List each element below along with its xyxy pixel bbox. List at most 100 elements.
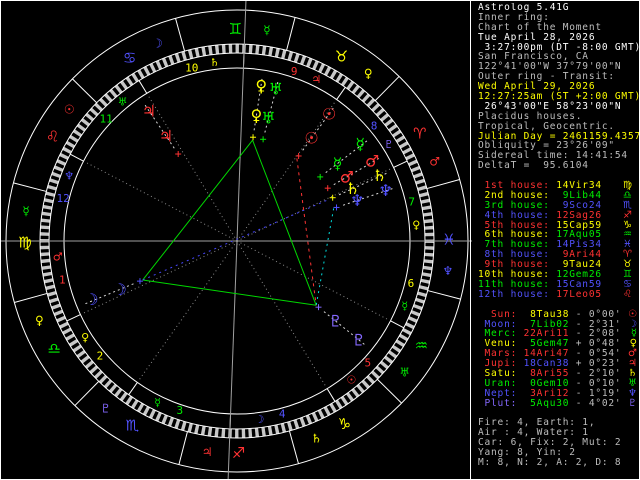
sign-boundary-line	[426, 179, 460, 190]
sign-boundary-line	[288, 430, 299, 464]
degree-tick	[214, 44, 220, 55]
degree-tick	[423, 259, 434, 264]
degree-tick	[417, 291, 427, 298]
degree-tick	[299, 55, 307, 65]
sign-ruler-icon-venus: ♀	[35, 314, 44, 328]
house-number-8: 8	[371, 119, 378, 132]
house-number-10: 10	[185, 61, 198, 74]
degree-tick	[53, 309, 64, 317]
panel-header-text: DeltaT = 95.6104	[478, 160, 589, 172]
degree-tick	[417, 185, 427, 191]
house-cusp-line	[236, 240, 328, 389]
stats-text: M: 8, N: 2, A: 2, D: 8	[478, 456, 622, 468]
degree-tick	[174, 419, 181, 429]
degree-tick	[413, 172, 423, 179]
degree-tick	[422, 265, 433, 271]
sign-boundary-line	[175, 18, 186, 52]
sign-ruler-icon-mars: ♂	[429, 154, 440, 168]
degree-tick	[280, 423, 287, 433]
panel-header-line: DeltaT = 95.6104	[478, 160, 639, 172]
degree-tick	[415, 178, 425, 185]
degree-tick	[299, 417, 306, 427]
house-cusp-line	[236, 167, 393, 242]
house-number-3: 3	[176, 404, 183, 417]
house-cusp-tick	[138, 80, 148, 94]
degree-tick	[187, 422, 193, 433]
degree-tick	[194, 424, 200, 434]
degree-tick	[40, 245, 50, 250]
degree-tick	[42, 271, 53, 277]
house-cusp-line	[236, 240, 390, 321]
degree-tick	[180, 421, 187, 431]
degree-tick	[410, 165, 421, 173]
sign-boundary-line	[72, 78, 98, 104]
degree-tick	[293, 53, 300, 63]
sign-ruler-icon-pluto: ♇	[100, 402, 111, 416]
house-number-11: 11	[100, 112, 113, 125]
natal-planet-icon-sun: ☉	[304, 129, 318, 148]
degree-tick	[261, 45, 267, 56]
degree-tick	[41, 211, 52, 217]
house-number-7: 7	[408, 196, 415, 209]
degree-tick	[221, 44, 226, 54]
degree-tick	[274, 424, 280, 435]
degree-tick	[424, 252, 434, 257]
degree-tick	[421, 205, 432, 211]
degree-tick	[49, 178, 59, 185]
house-cusp-tick	[326, 388, 336, 402]
house-number-5: 5	[365, 357, 372, 370]
degree-tick	[53, 165, 64, 172]
sign-ruler-icon-mercury: ☿	[263, 23, 270, 37]
degree-tick	[418, 285, 429, 291]
degree-tick	[200, 425, 206, 436]
degree-tick	[287, 421, 293, 431]
degree-tick	[420, 198, 431, 204]
degree-tick	[40, 218, 51, 223]
house-cusp-line	[81, 240, 238, 315]
degree-tick	[305, 414, 313, 425]
sign-glyph-aries: ♈	[413, 125, 426, 143]
sign-ruler-icon-venus: ♀	[364, 66, 373, 80]
sign-glyph-leo: ♌	[46, 127, 59, 145]
sign-ruler-icon-jupiter: ♃	[202, 445, 213, 459]
degree-tick	[267, 425, 273, 436]
house-cusp-line	[137, 240, 238, 382]
house-cusp-tick	[336, 87, 346, 100]
house-number-1: 1	[59, 273, 66, 286]
degree-tick	[45, 191, 56, 197]
sign-ruler-icon-mercury: ☿	[22, 204, 29, 218]
degree-tick	[40, 232, 50, 236]
degree-tick	[254, 427, 260, 438]
planet-value: 5Aqu30	[523, 397, 570, 409]
house-ruler-icon-mercury: ☿	[401, 300, 408, 313]
degree-tick	[420, 278, 430, 284]
sign-glyph-capricorn: ♑	[338, 415, 351, 433]
planet-latitude: - 4°02'	[569, 397, 622, 409]
degree-tick	[194, 47, 200, 58]
degree-tick	[44, 198, 54, 204]
degree-tick	[413, 303, 423, 311]
transit-planet-icon-mercury: ☿	[355, 134, 365, 153]
aspect-square-sun-pluto	[296, 158, 317, 306]
aspect-trine-pluto-venus	[252, 140, 317, 306]
degree-tick	[415, 297, 425, 304]
house-ruler-icon-moon: ☽	[254, 413, 264, 426]
transit-planet-icon-venus: ♀	[255, 76, 267, 95]
panel-divider	[470, 1, 471, 479]
sign-boundary-line	[178, 431, 188, 465]
degree-tick	[423, 218, 434, 224]
degree-tick	[40, 225, 50, 230]
sign-ruler-icon-neptune: ♆	[443, 264, 454, 278]
house-row: 12th house: 17Leo05 ♌	[478, 288, 639, 300]
aspect-sextile-neptune-pluto	[315, 208, 335, 306]
degree-tick	[281, 49, 287, 60]
degree-tick	[221, 428, 226, 438]
sign-ruler-icon-moon: ☽	[152, 36, 163, 50]
sign-boundary-line	[374, 76, 400, 102]
degree-tick	[207, 426, 213, 437]
house-ruler-icon-venus: ♀	[81, 331, 89, 344]
house-value: 17Leo05	[556, 288, 602, 300]
degree-tick	[51, 303, 61, 310]
house-label: 12th house:	[478, 288, 557, 300]
degree-tick	[410, 310, 421, 317]
